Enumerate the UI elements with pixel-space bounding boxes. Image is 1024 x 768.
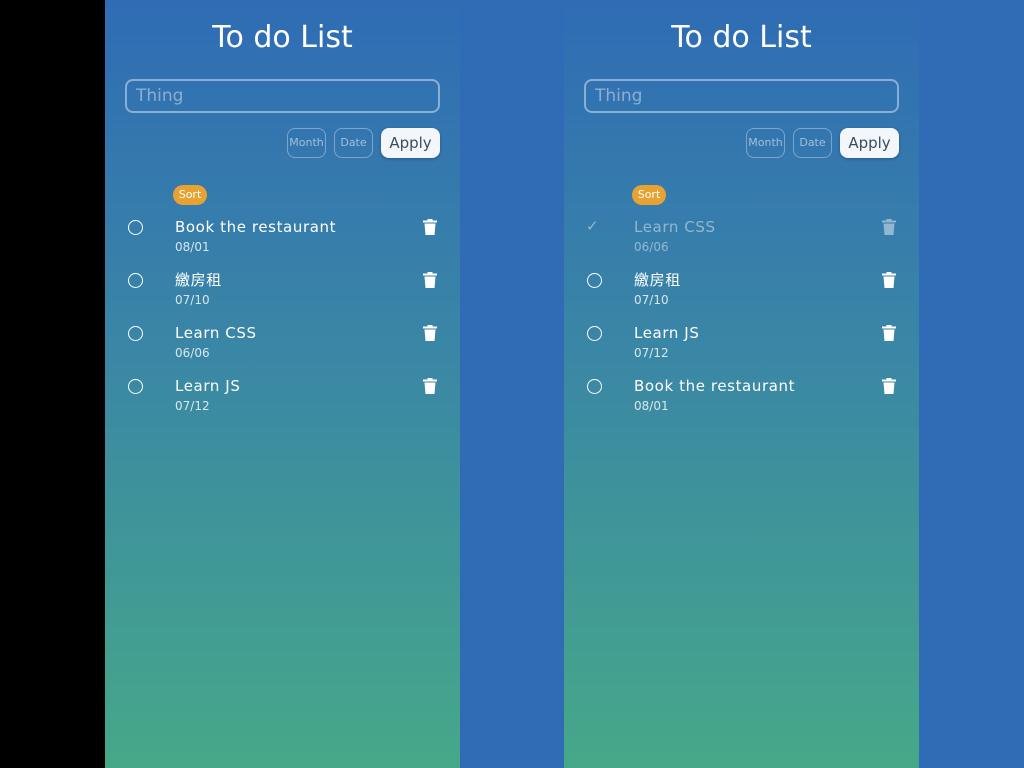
todo-panel-1: To do List Month Date Apply Sort Book th… — [105, 0, 460, 768]
sort-button[interactable]: Sort — [173, 185, 207, 205]
task-item-done: ✓ Learn CSS 06/06 — [564, 216, 919, 269]
circle-icon[interactable] — [587, 326, 602, 341]
task-text: 繳房租 — [634, 271, 681, 289]
circle-icon[interactable] — [587, 379, 602, 394]
task-date: 08/01 — [634, 399, 669, 413]
task-text: Book the restaurant — [175, 218, 337, 236]
task-item: Book the restaurant 08/01 — [105, 216, 460, 269]
task-date: 08/01 — [175, 240, 210, 254]
task-item: 繳房租 07/10 — [564, 269, 919, 322]
task-date: 06/06 — [175, 346, 210, 360]
task-text: Book the restaurant — [634, 377, 796, 395]
month-button[interactable]: Month — [287, 128, 326, 158]
task-date: 06/06 — [634, 240, 669, 254]
task-item: Learn CSS 06/06 — [105, 322, 460, 375]
trash-icon[interactable] — [882, 378, 896, 394]
task-item: 繳房租 07/10 — [105, 269, 460, 322]
circle-icon[interactable] — [128, 220, 143, 235]
circle-icon[interactable] — [128, 379, 143, 394]
circle-icon[interactable] — [587, 273, 602, 288]
check-icon[interactable]: ✓ — [586, 216, 604, 236]
task-date: 07/12 — [634, 346, 669, 360]
date-button[interactable]: Date — [793, 128, 832, 158]
thing-input[interactable] — [584, 79, 899, 113]
task-text: Learn CSS — [634, 218, 716, 236]
task-text: Learn JS — [175, 377, 241, 395]
task-item: Learn JS 07/12 — [105, 375, 460, 428]
trash-icon[interactable] — [882, 272, 896, 288]
task-text: Learn CSS — [175, 324, 257, 342]
trash-icon[interactable] — [882, 325, 896, 341]
month-button[interactable]: Month — [746, 128, 785, 158]
trash-icon[interactable] — [882, 219, 896, 235]
thing-input[interactable] — [125, 79, 440, 113]
todo-panel-2: To do List Month Date Apply Sort ✓ Learn… — [564, 0, 919, 768]
trash-icon[interactable] — [423, 378, 437, 394]
task-date: 07/10 — [175, 293, 210, 307]
trash-icon[interactable] — [423, 325, 437, 341]
page-title: To do List — [212, 20, 353, 55]
trash-icon[interactable] — [423, 272, 437, 288]
task-date: 07/10 — [634, 293, 669, 307]
trash-icon[interactable] — [423, 219, 437, 235]
task-text: Learn JS — [634, 324, 700, 342]
task-item: Learn JS 07/12 — [564, 322, 919, 375]
task-item: Book the restaurant 08/01 — [564, 375, 919, 428]
left-black-area — [0, 0, 105, 768]
apply-button[interactable]: Apply — [840, 128, 899, 158]
circle-icon[interactable] — [128, 273, 143, 288]
sort-button[interactable]: Sort — [632, 185, 666, 205]
task-date: 07/12 — [175, 399, 210, 413]
task-text: 繳房租 — [175, 271, 222, 289]
apply-button[interactable]: Apply — [381, 128, 440, 158]
date-button[interactable]: Date — [334, 128, 373, 158]
circle-icon[interactable] — [128, 326, 143, 341]
page-title: To do List — [671, 20, 812, 55]
task-list: Book the restaurant 08/01 繳房租 07/10 Lear… — [105, 216, 460, 428]
task-list: ✓ Learn CSS 06/06 繳房租 07/10 Learn JS 07/… — [564, 216, 919, 428]
